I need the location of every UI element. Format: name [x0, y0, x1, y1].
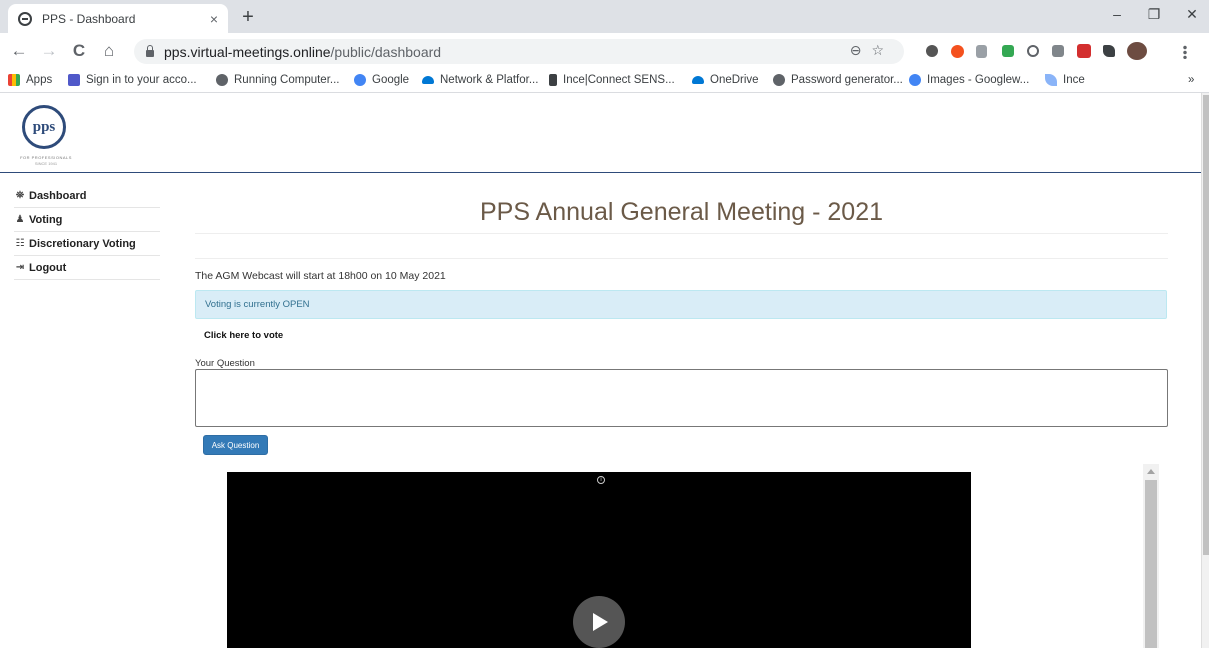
logout-icon: ⇥ [15, 262, 25, 273]
new-tab-button[interactable]: + [236, 6, 260, 29]
question-label: Your Question [195, 358, 255, 369]
page-scrollbar-thumb[interactable] [1203, 95, 1209, 555]
dashboard-icon: ⛯ [16, 190, 24, 201]
onedrive-icon [692, 76, 704, 84]
browser-tab-active[interactable]: PPS - Dashboard × [8, 4, 228, 33]
logo-tagline: FOR PROFESSIONALS [20, 155, 72, 160]
extension-speed-icon[interactable] [1027, 45, 1039, 57]
ince-connect-icon [549, 74, 557, 86]
zoom-and-bookmark-star-icon[interactable]: ⊖☆ [850, 42, 894, 59]
reload-button[interactable]: C [68, 41, 90, 61]
scroll-up-arrow-icon[interactable] [1147, 469, 1155, 474]
bookmark-password-generator[interactable]: Password generator... [773, 74, 903, 86]
sidebar-nav: ⛯ Dashboard ♟ Voting ☷ Discretionary Vot… [14, 184, 160, 280]
voting-status-alert: Voting is currently OPEN [195, 290, 1167, 319]
browser-menu-icon[interactable] [1183, 45, 1187, 59]
bookmark-images-google[interactable]: Images - Googlew... [909, 74, 1029, 86]
video-frame-scrollbar[interactable] [1143, 464, 1159, 648]
question-input[interactable] [195, 369, 1168, 427]
globe-icon [216, 74, 228, 86]
profile-avatar[interactable] [1127, 42, 1147, 60]
teams-icon [68, 74, 80, 86]
extension-circle-icon[interactable] [926, 45, 938, 57]
bookmark-teams[interactable]: Sign in to your acco... [68, 74, 197, 86]
title-divider [195, 233, 1168, 234]
info-icon[interactable]: i [597, 476, 605, 484]
google-icon [909, 74, 921, 86]
globe-icon [773, 74, 785, 86]
extension-gray-icon[interactable] [976, 45, 987, 58]
play-button-icon[interactable] [573, 596, 625, 648]
sidebar-item-label: Voting [29, 213, 63, 226]
bookmarks-overflow-button[interactable]: » [1188, 74, 1194, 86]
page-content: pps FOR PROFESSIONALS SINCE 1941 ⛯ Dashb… [0, 93, 1201, 648]
address-bar[interactable]: pps.virtual-meetings.online/public/dashb… [134, 39, 904, 64]
header-divider [0, 172, 1201, 173]
cloud-icon [422, 76, 434, 84]
bookmark-google[interactable]: Google [354, 74, 409, 86]
webcast-notice: The AGM Webcast will start at 18h00 on 1… [195, 270, 446, 282]
users-icon: ☷ [15, 238, 25, 249]
google-icon [354, 74, 366, 86]
section-divider [195, 258, 1168, 259]
extension-qr-icon[interactable] [1052, 45, 1064, 57]
tab-close-icon[interactable]: × [210, 11, 218, 27]
bookmark-apps[interactable]: Apps [8, 74, 52, 86]
site-favicon-icon [18, 11, 32, 26]
extensions-puzzle-icon[interactable] [1103, 45, 1115, 57]
sidebar-item-logout[interactable]: ⇥ Logout [14, 256, 160, 280]
bookmarks-bar: Apps Sign in to your acco... Running Com… [0, 69, 1209, 93]
bookmark-ince[interactable]: Ince [1045, 74, 1085, 86]
logo-since: SINCE 1941 [34, 161, 58, 166]
url-host: pps.virtual-meetings.online [164, 43, 331, 60]
vote-link[interactable]: Click here to vote [204, 330, 283, 341]
sidebar-item-label: Dashboard [29, 189, 87, 202]
scrollbar-thumb[interactable] [1145, 480, 1157, 648]
sidebar-item-voting[interactable]: ♟ Voting [14, 208, 160, 232]
extension-pdf-icon[interactable] [1077, 44, 1091, 58]
forward-button[interactable]: → [38, 41, 60, 61]
extension-green-icon[interactable] [1002, 45, 1014, 57]
page-title: PPS Annual General Meeting - 2021 [479, 198, 884, 226]
sidebar-item-dashboard[interactable]: ⛯ Dashboard [14, 184, 160, 208]
window-minimize-button[interactable]: – [1105, 6, 1129, 22]
page-scrollbar[interactable] [1201, 93, 1209, 648]
bookmark-onedrive[interactable]: OneDrive [692, 74, 759, 86]
sidebar-item-label: Logout [29, 261, 67, 274]
pps-logo[interactable]: pps [22, 105, 66, 149]
bookmark-ince-connect[interactable]: Ince|Connect SENS... [549, 74, 675, 86]
user-icon: ♟ [15, 214, 25, 225]
webcast-video-player[interactable]: i [227, 472, 971, 648]
sidebar-item-discretionary-voting[interactable]: ☷ Discretionary Voting [14, 232, 160, 256]
back-button[interactable]: ← [8, 41, 30, 61]
bookmark-running-computer[interactable]: Running Computer... [216, 74, 339, 86]
apps-grid-icon [8, 74, 20, 86]
sidebar-item-label: Discretionary Voting [29, 237, 136, 250]
window-close-button[interactable]: ✕ [1180, 6, 1204, 23]
home-button[interactable]: ⌂ [98, 41, 120, 61]
bookmark-network-platform[interactable]: Network & Platfor... [422, 74, 538, 86]
checkmark-icon [1045, 74, 1057, 86]
tab-title: PPS - Dashboard [42, 11, 136, 26]
lock-icon [146, 45, 154, 57]
browser-tabstrip: PPS - Dashboard × + – ❐ ✕ [0, 0, 1209, 33]
extension-orange-icon[interactable] [951, 45, 964, 58]
window-restore-button[interactable]: ❐ [1142, 6, 1166, 23]
url-path: /public/dashboard [330, 43, 442, 60]
ask-question-button[interactable]: Ask Question [203, 435, 268, 455]
